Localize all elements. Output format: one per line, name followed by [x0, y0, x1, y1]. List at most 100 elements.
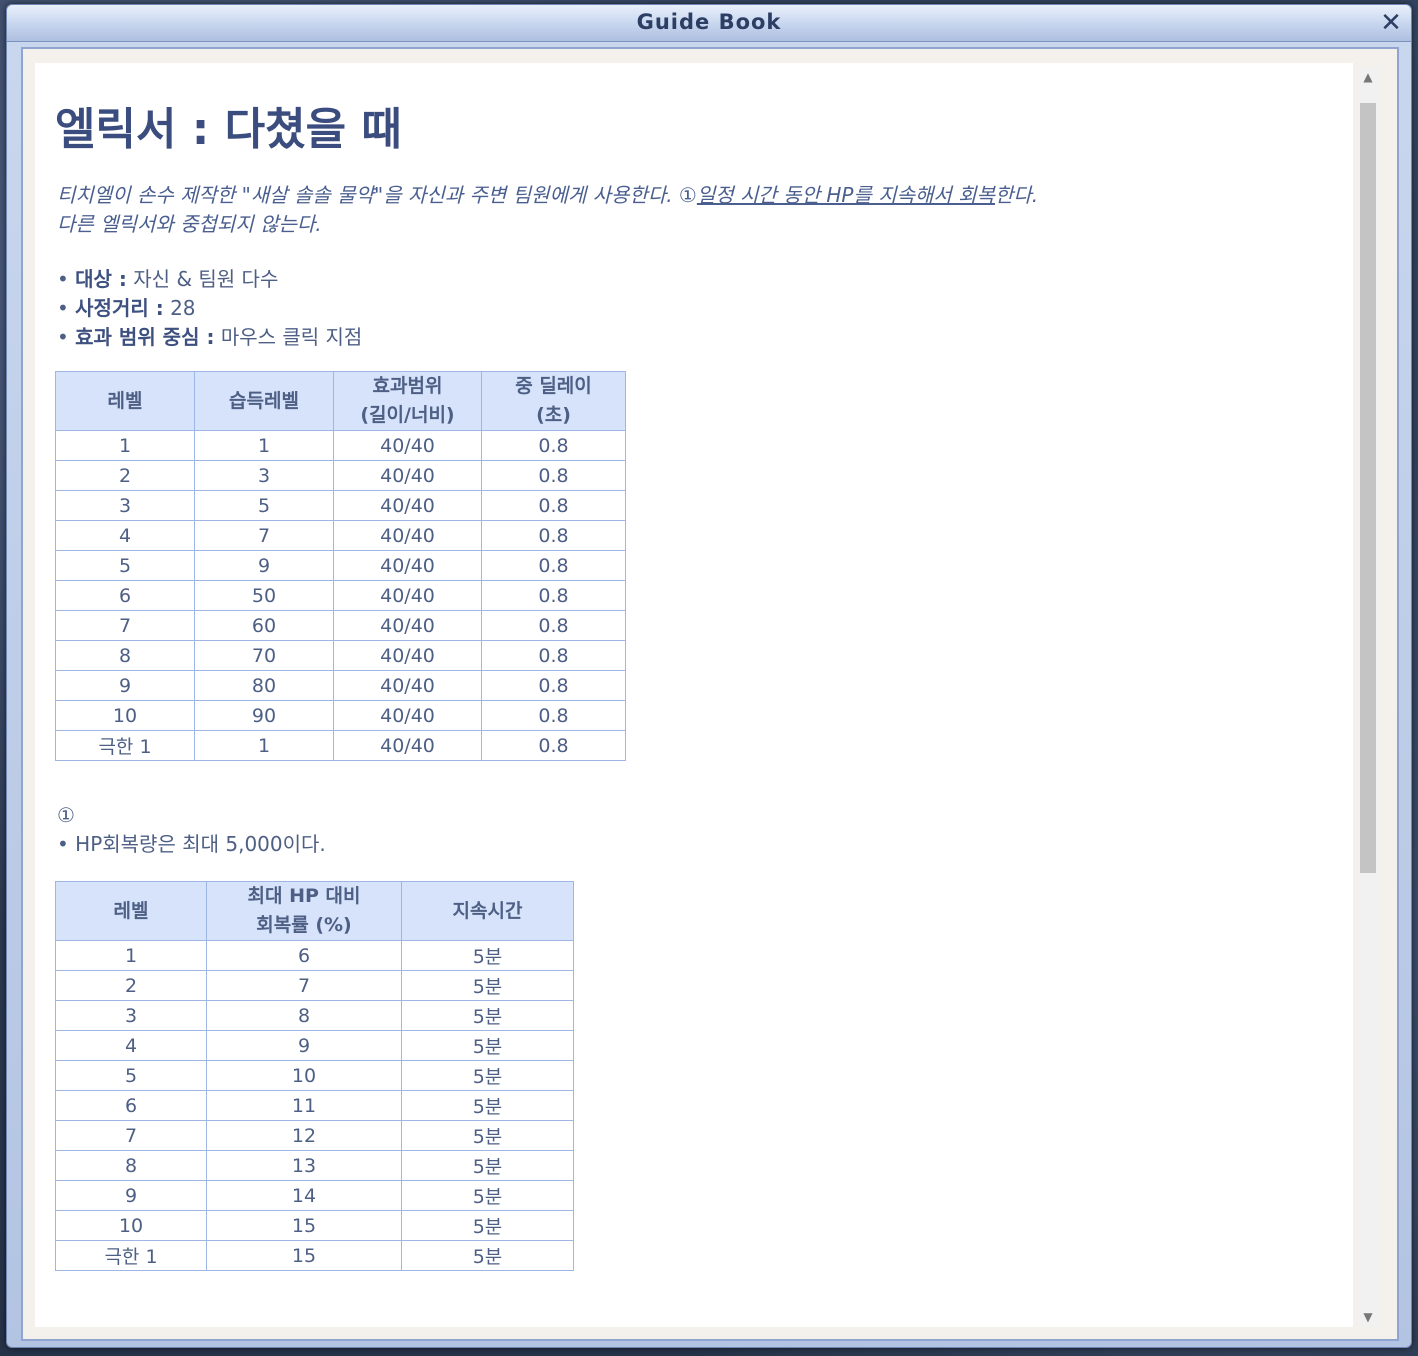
- table-cell: 6: [55, 580, 195, 611]
- table-cell: 70: [194, 640, 334, 671]
- table-row: 2 3 40/40 0.8: [55, 460, 626, 491]
- table-cell: 5분: [401, 1030, 574, 1061]
- table-cell: 15: [206, 1240, 402, 1271]
- table-cell: 1: [194, 430, 334, 461]
- col-delay: 중 딜레이 (초): [481, 371, 626, 431]
- table-cell: 5분: [401, 1150, 574, 1181]
- description-link[interactable]: 일정 시간 동안 HP를 지속해서 회복: [697, 183, 995, 207]
- table-row: 1 1 40/40 0.8: [55, 430, 626, 461]
- table-cell: 5분: [401, 970, 574, 1001]
- table-cell: 8: [55, 640, 195, 671]
- table-row: 10 15 5분: [55, 1210, 574, 1241]
- table-cell: 9: [55, 670, 195, 701]
- table-cell: 0.8: [481, 580, 626, 611]
- table-cell: 5분: [401, 940, 574, 971]
- window-titlebar[interactable]: Guide Book ✕: [7, 5, 1411, 42]
- table-cell: 5: [55, 1060, 207, 1091]
- table-row: 5 10 5분: [55, 1060, 574, 1091]
- scroll-down-icon[interactable]: ▼: [1357, 1307, 1379, 1327]
- table-row: 극한 1 1 40/40 0.8: [55, 730, 626, 761]
- table-cell: 1: [55, 430, 195, 461]
- table-cell: 0.8: [481, 520, 626, 551]
- table-row: 9 80 40/40 0.8: [55, 670, 626, 701]
- table-cell: 8: [55, 1150, 207, 1181]
- table-cell: 3: [55, 490, 195, 521]
- window-title: Guide Book: [636, 10, 782, 34]
- col-effect-range: 효과범위 (길이/너비): [333, 371, 482, 431]
- spec-range: • 사정거리 : 28: [57, 296, 196, 320]
- table-cell: 40/40: [333, 430, 482, 461]
- table-cell: 2: [55, 460, 195, 491]
- table-cell: 60: [194, 610, 334, 641]
- table-row: 7 12 5분: [55, 1120, 574, 1151]
- vertical-scrollbar[interactable]: ▲ ▼: [1357, 67, 1379, 1327]
- scroll-thumb[interactable]: [1360, 103, 1376, 873]
- table-cell: 90: [194, 700, 334, 731]
- table-row: 극한 1 15 5분: [55, 1240, 574, 1271]
- content-frame: 엘릭서 : 다쳤을 때 티치엘이 손수 제작한 "새살 솔솔 물약"을 자신과 …: [21, 47, 1399, 1341]
- col-learn-level: 습득레벨: [194, 371, 334, 431]
- table-row: 9 14 5분: [55, 1180, 574, 1211]
- skill-description: 티치엘이 손수 제작한 "새살 솔솔 물약"을 자신과 주변 팀원에게 사용한다…: [57, 181, 1317, 239]
- table-cell: 5분: [401, 1240, 574, 1271]
- table-cell: 10: [55, 1210, 207, 1241]
- table-row: 6 11 5분: [55, 1090, 574, 1121]
- table-cell: 80: [194, 670, 334, 701]
- table-row: 2 7 5분: [55, 970, 574, 1001]
- table-cell: 40/40: [333, 520, 482, 551]
- level-table: 레벨 습득레벨 효과범위 (길이/너비) 중 딜레이 (초) 1 1 40/40 0.…: [55, 371, 626, 761]
- guide-book-window: Guide Book ✕ 엘릭서 : 다쳤을 때 티치엘이 손수 제작한 "새살…: [6, 4, 1412, 1348]
- table-cell: 7: [194, 520, 334, 551]
- table-row: 6 50 40/40 0.8: [55, 580, 626, 611]
- col-recovery-rate: 최대 HP 대비 회복률 (%): [206, 881, 402, 941]
- table-cell: 40/40: [333, 550, 482, 581]
- table-cell: 6: [206, 940, 402, 971]
- table-cell: 7: [55, 610, 195, 641]
- table-cell: 5: [55, 550, 195, 581]
- spec-target: • 대상 : 자신 & 팀원 다수: [57, 267, 279, 291]
- description-text: 티치엘이 손수 제작한 "새살 솔솔 물약"을 자신과 주변 팀원에게 사용한다…: [57, 183, 697, 207]
- recovery-table: 레벨 최대 HP 대비 회복률 (%) 지속시간 1 6 5분 2 7 5분 3 8 5분 4 9 5…: [55, 881, 574, 1271]
- table-cell: 5분: [401, 1060, 574, 1091]
- col-level: 레벨: [55, 371, 195, 431]
- footnote-text: • HP회복량은 최대 5,000이다.: [57, 832, 326, 856]
- table-cell: 0.8: [481, 700, 626, 731]
- table-cell: 1: [55, 940, 207, 971]
- guide-content: 엘릭서 : 다쳤을 때 티치엘이 손수 제작한 "새살 솔솔 물약"을 자신과 …: [35, 63, 1353, 1327]
- table-cell: 10: [206, 1060, 402, 1091]
- table-row: 3 5 40/40 0.8: [55, 490, 626, 521]
- description-text-end: 한다.: [994, 183, 1039, 207]
- table-cell: 40/40: [333, 700, 482, 731]
- table-cell: 15: [206, 1210, 402, 1241]
- table-cell: 2: [55, 970, 207, 1001]
- table-cell: 5분: [401, 1120, 574, 1151]
- table-cell: 4: [55, 520, 195, 551]
- table-cell: 5분: [401, 1210, 574, 1241]
- table-cell: 3: [55, 1000, 207, 1031]
- table-cell: 3: [194, 460, 334, 491]
- scroll-up-icon[interactable]: ▲: [1357, 67, 1379, 87]
- footnote-marker: ①: [57, 803, 75, 827]
- table-cell: 0.8: [481, 610, 626, 641]
- table-cell: 5분: [401, 1000, 574, 1031]
- table-row: 4 9 5분: [55, 1030, 574, 1061]
- table-cell: 5: [194, 490, 334, 521]
- table-cell: 5분: [401, 1180, 574, 1211]
- page-title: 엘릭서 : 다쳤을 때: [55, 104, 402, 155]
- table-cell: 11: [206, 1090, 402, 1121]
- table-row: 4 7 40/40 0.8: [55, 520, 626, 551]
- table-cell: 9: [194, 550, 334, 581]
- table-cell: 0.8: [481, 460, 626, 491]
- table-cell: 9: [55, 1180, 207, 1211]
- close-icon[interactable]: ✕: [1377, 9, 1405, 37]
- col-level: 레벨: [55, 881, 207, 941]
- description-line2: 다른 엘릭서와 중첩되지 않는다.: [57, 212, 322, 236]
- table-cell: 7: [55, 1120, 207, 1151]
- table-row: 8 13 5분: [55, 1150, 574, 1181]
- table-row: 5 9 40/40 0.8: [55, 550, 626, 581]
- table-cell: 40/40: [333, 610, 482, 641]
- table-cell: 6: [55, 1090, 207, 1121]
- table-cell: 1: [194, 730, 334, 761]
- table-cell: 40/40: [333, 640, 482, 671]
- table-cell: 40/40: [333, 670, 482, 701]
